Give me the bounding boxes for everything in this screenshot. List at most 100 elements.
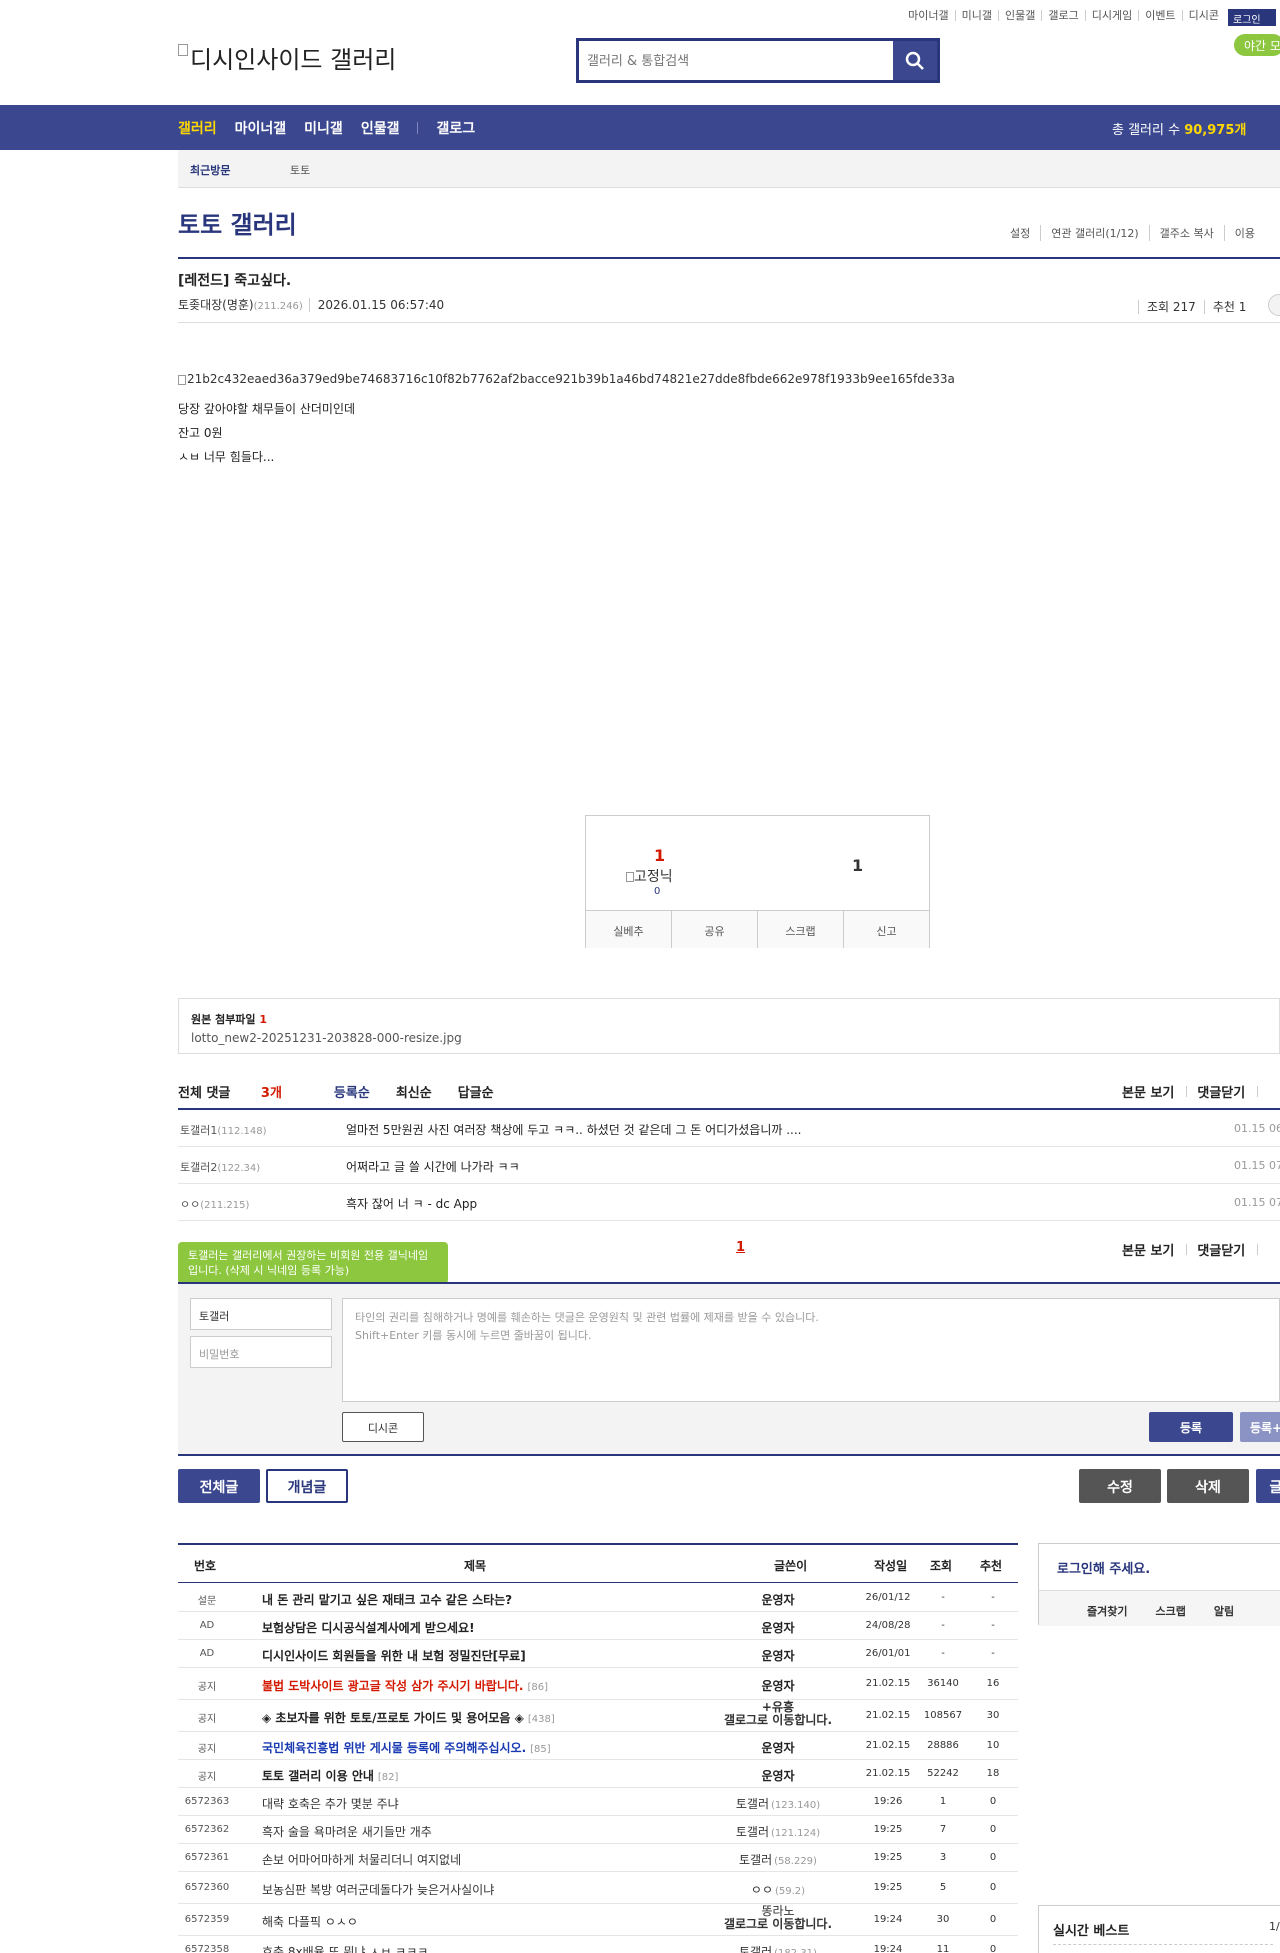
- row-writer[interactable]: 운영자: [718, 1647, 838, 1664]
- comment-author[interactable]: ㅇㅇ(211.215): [180, 1196, 249, 1212]
- comment-author[interactable]: 토갤러1(112.148): [180, 1122, 267, 1138]
- row-subject[interactable]: 해축 다플픽 ㅇㅅㅇ: [262, 1913, 358, 1930]
- table-row[interactable]: 6572363 대략 호축은 추가 몇분 주냐 토갤러 (123.140) 19:26 1…: [178, 1788, 1018, 1816]
- scrap-link[interactable]: 스크랩: [1155, 1591, 1185, 1626]
- row-subject[interactable]: 흑자 술을 욕마려운 새기들만 개추: [262, 1823, 432, 1840]
- login-button[interactable]: 로그인: [1228, 9, 1276, 26]
- row-subject[interactable]: 내 돈 관리 맡기고 싶은 재태크 고수 같은 스타는?: [262, 1591, 512, 1608]
- row-writer[interactable]: 운영자: [718, 1591, 838, 1608]
- nav-minor[interactable]: 마이너갤: [235, 118, 287, 138]
- row-subject[interactable]: ◈ 초보자를 위한 토토/프로토 가이드 및 용어모음 ◈ [438]: [262, 1709, 555, 1726]
- table-row[interactable]: 공지 국민체육진흥법 위반 게시물 등록에 주의해주십시오. [85] 운영자 21.0…: [178, 1732, 1018, 1760]
- row-writer[interactable]: 토갤러 (58.229): [718, 1851, 838, 1868]
- downvote-count[interactable]: 1: [852, 856, 863, 875]
- row-subject[interactable]: 보농심판 복방 여러군데돌다가 늦은거사실이냐: [262, 1881, 494, 1898]
- password-field[interactable]: 비밀번호: [190, 1336, 332, 1368]
- gallog-link[interactable]: 갤로그로 이동합니다.: [718, 1918, 838, 1931]
- sort-latest[interactable]: 최신순: [396, 1082, 432, 1101]
- view-body-button[interactable]: 본문 보기: [1122, 1244, 1174, 1259]
- row-writer[interactable]: 토갤러 (121.124): [718, 1823, 838, 1840]
- login-prompt[interactable]: 로그인해 주세요.: [1057, 1558, 1150, 1577]
- top-link[interactable]: 마이너갤: [902, 10, 954, 21]
- gallog-link[interactable]: 갤로그로 이동합니다.: [718, 1714, 838, 1727]
- row-subject[interactable]: 디시인사이드 회원들을 위한 내 보험 정밀진단[무료]: [262, 1647, 526, 1664]
- recent-visit-item[interactable]: 토토: [290, 162, 310, 178]
- row-writer[interactable]: 토갤러 (123.140): [718, 1795, 838, 1812]
- top-link[interactable]: 디시콘: [1181, 10, 1225, 21]
- nav-person[interactable]: 인물갤: [361, 118, 400, 138]
- post-image[interactable]: 21b2c432eaed36a379ed9be74683716c10f82b77…: [178, 372, 955, 386]
- top-link[interactable]: 인물갤: [998, 10, 1041, 21]
- upvote-button[interactable]: 고정닉: [626, 866, 673, 886]
- copy-address[interactable]: 갤주소 복사: [1148, 225, 1224, 241]
- row-writer[interactable]: 운영자: [718, 1739, 838, 1756]
- table-row[interactable]: 6572359 해축 다플픽 ㅇㅅㅇ 똥라노 갤로그로 이동합니다. 19:24 30 0: [178, 1904, 1018, 1936]
- table-row[interactable]: 공지 ◈ 초보자를 위한 토토/프로토 가이드 및 용어모음 ◈ [438] +유흥 갤…: [178, 1700, 1018, 1732]
- table-row[interactable]: AD 디시인사이드 회원들을 위한 내 보험 정밀진단[무료] 운영자 26/01/0…: [178, 1640, 1018, 1668]
- top-link[interactable]: 갤로그: [1041, 10, 1084, 21]
- table-row[interactable]: 6572361 손보 어마어마하게 처물리더니 여지없네 토갤러 (58.229) 19…: [178, 1844, 1018, 1872]
- row-subject[interactable]: 대략 호축은 추가 몇분 주냐: [262, 1795, 399, 1812]
- close-comments-button[interactable]: 댓글닫기: [1197, 1086, 1245, 1101]
- concept-posts-button[interactable]: 개념글: [266, 1469, 348, 1503]
- share-button[interactable]: 공유: [671, 911, 757, 948]
- attachment-file[interactable]: lotto_new2-20251231-203828-000-resize.jp…: [191, 1031, 462, 1045]
- row-writer[interactable]: 토갤러(182.31): [718, 1943, 838, 1953]
- nav-mini[interactable]: 미니갤: [304, 118, 343, 138]
- nav-gallery[interactable]: 갤러리: [178, 118, 217, 138]
- related-gallery[interactable]: 연관 갤러리(1/12): [1040, 225, 1148, 241]
- view-body-button[interactable]: 본문 보기: [1122, 1086, 1174, 1101]
- all-posts-button[interactable]: 전체글: [178, 1469, 260, 1503]
- sort-registered[interactable]: 등록순: [334, 1082, 370, 1101]
- row-writer[interactable]: 운영자: [718, 1677, 838, 1694]
- row-subject[interactable]: 손보 어마어마하게 처물리더니 여지없네: [262, 1851, 461, 1868]
- row-writer[interactable]: 운영자: [718, 1767, 838, 1784]
- row-subject[interactable]: 국민체육진흥법 위반 게시물 등록에 주의해주십시오. [85]: [262, 1739, 551, 1756]
- delete-button[interactable]: 삭제: [1167, 1469, 1249, 1503]
- recent-visit-label[interactable]: 최근방문: [190, 162, 230, 178]
- row-subject[interactable]: 토토 갤러리 이용 안내 [82]: [262, 1767, 398, 1784]
- comment-page-1[interactable]: 1: [736, 1240, 745, 1255]
- submit-recommend-button[interactable]: 등록+: [1240, 1412, 1280, 1442]
- report-button[interactable]: 신고: [843, 911, 929, 948]
- submit-button[interactable]: 등록: [1149, 1412, 1233, 1442]
- gallery-setting[interactable]: 설정: [1000, 225, 1040, 241]
- table-row[interactable]: 설문 내 돈 관리 맡기고 싶은 재태크 고수 같은 스타는? 운영자 26/01/1…: [178, 1584, 1018, 1612]
- table-row[interactable]: 공지 불법 도박사이트 광고글 작성 삼가 주시기 바랍니다. [86] 운영자 21.…: [178, 1668, 1018, 1700]
- notification-link[interactable]: 알림: [1214, 1591, 1234, 1626]
- night-mode-toggle[interactable]: 야간 모드: [1234, 34, 1280, 56]
- scrap-button[interactable]: 스크랩: [757, 911, 843, 948]
- top-link[interactable]: 디시게임: [1084, 10, 1138, 21]
- nav-gallog[interactable]: 갤로그: [436, 118, 475, 138]
- table-row[interactable]: AD 보험상담은 디시공식설계사에게 받으세요! 운영자 24/08/28 - -: [178, 1612, 1018, 1640]
- row-subject[interactable]: 호축 8x배율 또 뭐냐 ㅅㅂ ㅋㅋㅋ: [262, 1943, 428, 1953]
- table-row[interactable]: 공지 토토 갤러리 이용 안내 [82] 운영자 21.02.15 52242 18: [178, 1760, 1018, 1788]
- site-logo[interactable]: 디시인사이드 갤러리: [178, 40, 396, 75]
- table-row[interactable]: 6572358 호축 8x배율 또 뭐냐 ㅅㅂ ㅋㅋㅋ 토갤러(182.31) 19:…: [178, 1936, 1018, 1953]
- dccon-button[interactable]: 디시콘: [342, 1412, 424, 1442]
- comment-textarea[interactable]: 타인의 권리를 침해하거나 명예를 훼손하는 댓글은 운영원칙 및 관련 법률에…: [342, 1298, 1280, 1402]
- write-button[interactable]: 글: [1256, 1469, 1280, 1503]
- search-input[interactable]: [587, 49, 867, 73]
- usage[interactable]: 이용: [1223, 225, 1265, 241]
- row-writer[interactable]: 똥라노 갤로그로 이동합니다.: [718, 1905, 838, 1931]
- sort-replies[interactable]: 답글순: [458, 1082, 494, 1101]
- nickname-field[interactable]: 토갤러: [190, 1298, 332, 1330]
- row-subject[interactable]: 불법 도박사이트 광고글 작성 삼가 주시기 바랍니다. [86]: [262, 1677, 548, 1694]
- row-writer[interactable]: +유흥 갤로그로 이동합니다.: [718, 1701, 838, 1727]
- table-row[interactable]: 6572360 보농심판 복방 여러군데돌다가 늦은거사실이냐 ㅇㅇ (59.2) 19…: [178, 1872, 1018, 1904]
- top-link[interactable]: 이벤트: [1138, 10, 1181, 21]
- gallery-title[interactable]: 토토 갤러리: [178, 205, 297, 240]
- top-link[interactable]: 미니갤: [954, 10, 998, 21]
- more-options-icon[interactable]: [1268, 294, 1280, 316]
- edit-button[interactable]: 수정: [1079, 1469, 1161, 1503]
- row-subject[interactable]: 보험상담은 디시공식설계사에게 받으세요!: [262, 1619, 475, 1636]
- comment-author[interactable]: 토갤러2(122.34): [180, 1159, 260, 1175]
- favorites-link[interactable]: 즐겨찾기: [1087, 1591, 1127, 1626]
- real-best-button[interactable]: 실베추: [586, 911, 671, 948]
- post-author[interactable]: 토좆대장(명훈): [178, 298, 254, 312]
- close-comments-button[interactable]: 댓글닫기: [1197, 1244, 1245, 1259]
- search-button[interactable]: [893, 41, 937, 80]
- row-writer[interactable]: 운영자: [718, 1619, 838, 1636]
- table-row[interactable]: 6572362 흑자 술을 욕마려운 새기들만 개추 토갤러 (121.124) 19:…: [178, 1816, 1018, 1844]
